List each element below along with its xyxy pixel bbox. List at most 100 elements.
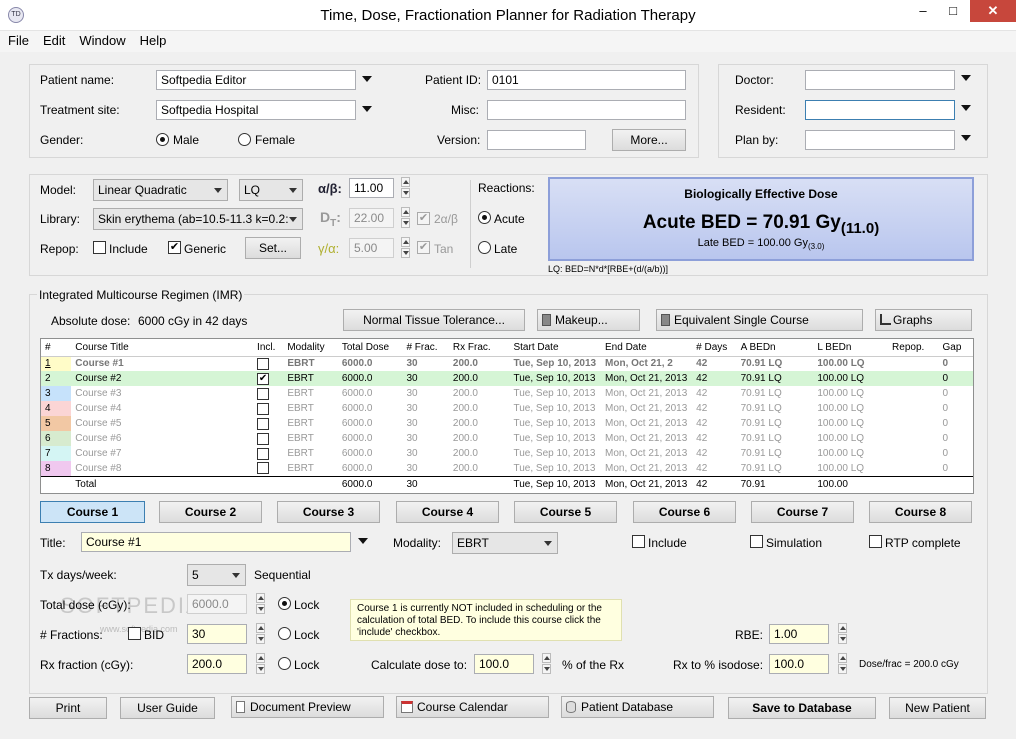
include-checkbox-cell[interactable]: ✔ [253,371,284,386]
column-header[interactable]: Rx Frac. [448,339,510,357]
include-checkbox-cell[interactable] [253,386,283,401]
course-calendar-button[interactable]: Course Calendar [396,696,549,718]
rx-fraction-lock-radio[interactable] [278,657,291,670]
isodose-spinner[interactable] [838,653,847,675]
misc-input[interactable] [487,100,686,120]
late-radio[interactable] [478,241,491,254]
fractions-spinner[interactable] [256,623,265,645]
resident-dropdown-icon[interactable] [961,105,971,111]
gamma-alpha-spinner[interactable] [401,237,410,259]
plan-by-dropdown-icon[interactable] [961,135,971,141]
treatment-site-input[interactable]: Softpedia Hospital [156,100,356,120]
dt-input[interactable]: 22.00 [349,208,394,228]
rbe-spinner[interactable] [838,623,847,645]
fractions-lock-radio[interactable] [278,627,291,640]
include-checkbox-cell[interactable] [253,401,283,416]
column-header[interactable]: End Date [601,339,693,357]
tab-course-5[interactable]: Course 5 [514,501,617,523]
patient-name-input[interactable]: Softpedia Editor [156,70,356,90]
include-checkbox[interactable] [257,417,270,430]
include-checkbox[interactable] [257,387,270,400]
table-row[interactable]: 6 Course #6 EBRT 6000.0 30 200.0 Tue, Sep 10, … [41,431,973,446]
course-title-dropdown-icon[interactable] [358,538,368,544]
column-header[interactable]: # Frac. [402,339,449,357]
table-row[interactable]: 1 Course #1 EBRT 6000.0 30 200.0 Tue, Sep 10, … [41,356,973,371]
isodose-input[interactable]: 100.0 [769,654,829,674]
equivalent-single-course-button[interactable]: Equivalent Single Course [656,309,863,331]
doctor-input[interactable] [805,70,955,90]
rtp-complete-checkbox[interactable] [869,535,882,548]
column-header[interactable]: Course Title [71,339,254,357]
patient-database-button[interactable]: Patient Database [561,696,714,718]
include-checkbox[interactable] [257,447,270,460]
column-header[interactable]: L BEDn [813,339,889,357]
course-include-checkbox[interactable] [632,535,645,548]
patient-name-dropdown-icon[interactable] [362,76,372,82]
acute-radio[interactable] [478,211,491,224]
rx-fraction-input[interactable]: 200.0 [187,654,247,674]
tab-course-1[interactable]: Course 1 [40,501,145,523]
version-input[interactable] [487,130,586,150]
alpha-beta-spinner[interactable] [401,177,410,199]
modality-select[interactable]: EBRT [452,532,558,554]
table-row[interactable]: 8 Course #8 EBRT 6000.0 30 200.0 Tue, Sep 10, … [41,461,973,476]
fractions-input[interactable]: 30 [187,624,247,644]
treatment-site-dropdown-icon[interactable] [362,106,372,112]
set-button[interactable]: Set... [245,237,301,259]
model-abbr-select[interactable]: LQ [239,179,303,201]
plan-by-input[interactable] [805,130,955,150]
column-header[interactable]: Modality [283,339,338,357]
include-checkbox[interactable] [257,462,270,475]
simulation-checkbox[interactable] [750,535,763,548]
tab-course-8[interactable]: Course 8 [869,501,972,523]
include-checkbox-cell[interactable] [253,446,283,461]
menu-help[interactable]: Help [132,31,173,48]
library-select[interactable]: Skin erythema (ab=10.5-11.3 k=0.2: [93,208,303,230]
tab-course-2[interactable]: Course 2 [159,501,262,523]
tx-days-select[interactable]: 5 [187,564,246,586]
tab-course-6[interactable]: Course 6 [633,501,736,523]
bid-checkbox[interactable] [128,627,141,640]
print-button[interactable]: Print [29,697,107,719]
tab-course-4[interactable]: Course 4 [396,501,499,523]
total-dose-lock-radio[interactable] [278,597,291,610]
column-header[interactable]: # Days [692,339,737,357]
column-header[interactable]: A BEDn [736,339,814,357]
menu-edit[interactable]: Edit [35,31,71,48]
rx-fraction-spinner[interactable] [256,653,265,675]
more-button[interactable]: More... [612,129,686,151]
user-guide-button[interactable]: User Guide [120,697,215,719]
include-checkbox[interactable] [257,357,270,370]
tan-checkbox[interactable]: ✔ [417,241,430,254]
total-dose-input[interactable]: 6000.0 [187,594,247,614]
model-select[interactable]: Linear Quadratic [93,179,228,201]
menu-file[interactable]: File [0,31,35,48]
column-header[interactable]: Gap [938,339,973,357]
table-row[interactable]: 7 Course #7 EBRT 6000.0 30 200.0 Tue, Sep 10, … [41,446,973,461]
calculate-dose-input[interactable]: 100.0 [474,654,534,674]
table-row[interactable]: 4 Course #4 EBRT 6000.0 30 200.0 Tue, Sep 10, … [41,401,973,416]
total-dose-spinner[interactable] [256,593,265,615]
calculate-dose-spinner[interactable] [542,653,551,675]
column-header[interactable]: Repop. [888,339,939,357]
gamma-alpha-input[interactable]: 5.00 [349,238,394,258]
table-row[interactable]: 2 Course #2 ✔ EBRT 6000.0 30 200.0 Tue, Sep 10,… [41,371,973,386]
tab-course-3[interactable]: Course 3 [277,501,380,523]
include-checkbox[interactable]: ✔ [257,372,270,385]
rbe-input[interactable]: 1.00 [769,624,829,644]
include-checkbox[interactable] [257,402,270,415]
maximize-button[interactable]: □ [938,0,968,22]
include-checkbox-cell[interactable] [253,416,283,431]
include-checkbox[interactable] [257,432,270,445]
include-checkbox-cell[interactable] [253,461,283,476]
makeup-button[interactable]: Makeup... [537,309,640,331]
patient-id-input[interactable]: 0101 [487,70,686,90]
course-title-input[interactable]: Course #1 [81,532,351,552]
new-patient-button[interactable]: New Patient [889,697,986,719]
column-header[interactable]: # [41,339,72,357]
dt-spinner[interactable] [401,207,410,229]
repop-include-checkbox[interactable] [93,241,106,254]
table-row[interactable]: 3 Course #3 EBRT 6000.0 30 200.0 Tue, Sep 10, … [41,386,973,401]
gender-male-radio[interactable] [156,133,169,146]
include-checkbox-cell[interactable] [253,431,283,446]
